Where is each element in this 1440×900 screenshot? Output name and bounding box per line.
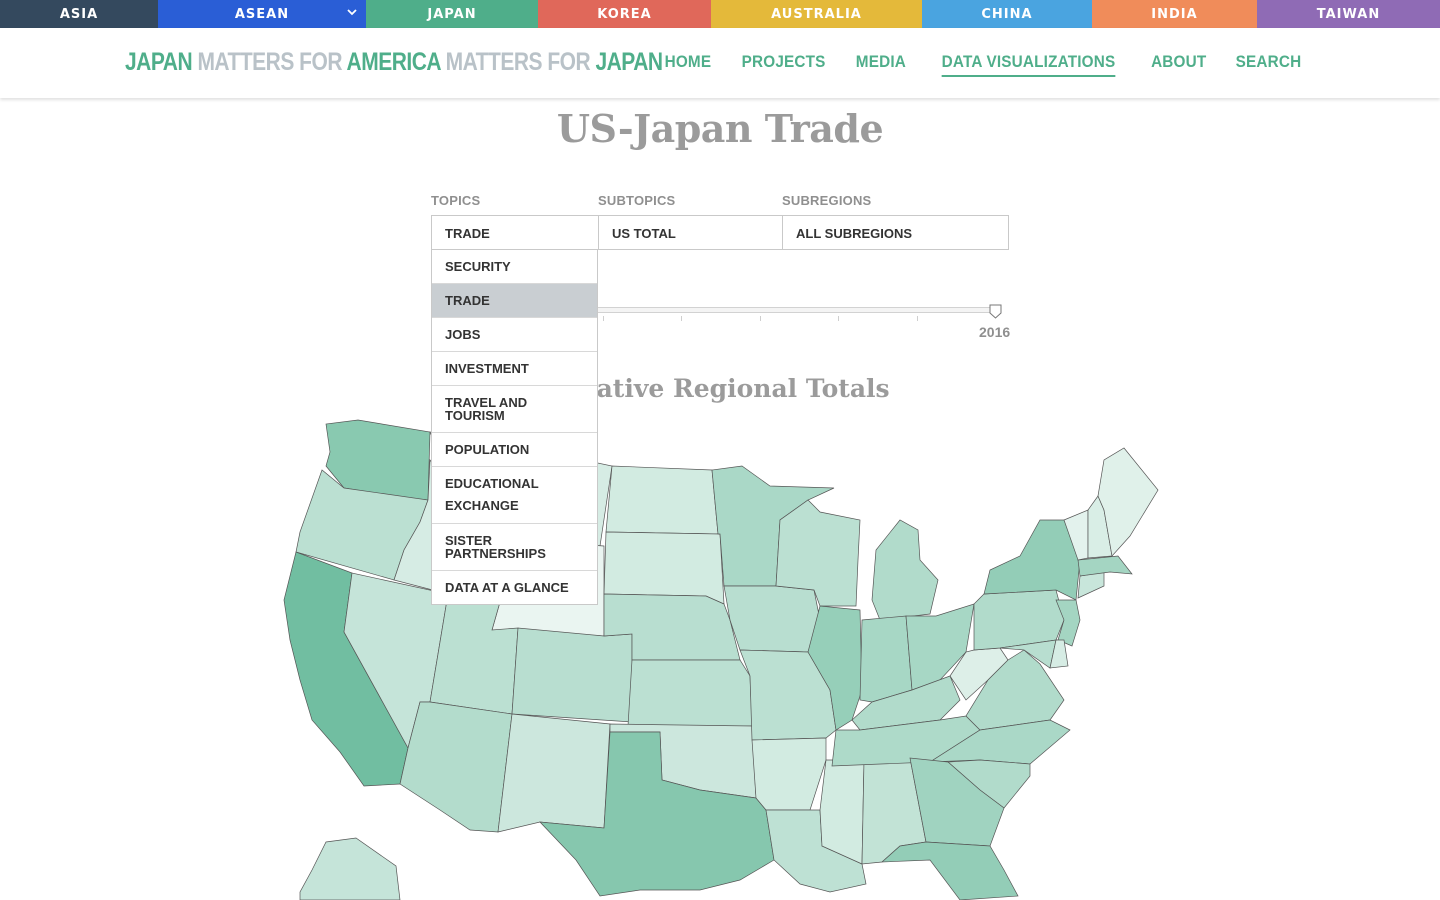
state-ma[interactable] bbox=[1077, 555, 1133, 577]
state-ar[interactable] bbox=[751, 737, 827, 811]
nav-search[interactable]: SEARCH bbox=[1236, 52, 1302, 77]
subtopics-select[interactable]: US TOTAL bbox=[598, 215, 783, 250]
slider-tick bbox=[917, 316, 918, 321]
country-tab-label: JAPAN bbox=[427, 6, 477, 22]
state-co[interactable] bbox=[511, 627, 633, 723]
year-slider-track[interactable] bbox=[598, 307, 996, 313]
state-ms[interactable] bbox=[819, 759, 865, 865]
topic-option-population[interactable]: POPULATION bbox=[432, 433, 597, 467]
country-tab-label: ASIA bbox=[59, 6, 99, 22]
state-az[interactable] bbox=[399, 701, 513, 833]
country-tab-asean[interactable]: ASEAN bbox=[158, 0, 366, 28]
logo-part: MATTERS FOR bbox=[440, 48, 596, 76]
nav-data-visualizations[interactable]: DATA VISUALIZATIONS bbox=[941, 52, 1115, 77]
topic-option-travel-and-tourism[interactable]: TRAVEL AND TOURISM bbox=[432, 386, 597, 433]
option-word: EXCHANGE bbox=[445, 498, 519, 513]
country-tab-asia[interactable]: ASIA bbox=[0, 0, 158, 28]
country-tab-australia[interactable]: AUSTRALIA bbox=[711, 0, 922, 28]
year-slider-handle[interactable] bbox=[989, 304, 1002, 319]
subregions-label: SUBREGIONS bbox=[782, 193, 872, 208]
main-nav: HOME PROJECTS MEDIA DATA VISUALIZATIONS … bbox=[662, 52, 1305, 77]
slider-tick bbox=[760, 316, 761, 321]
slider-tick bbox=[681, 316, 682, 321]
country-tab-india[interactable]: INDIA bbox=[1092, 0, 1257, 28]
site-header: JAPAN MATTERS FOR AMERICA MATTERS FOR JA… bbox=[0, 28, 1440, 98]
state-sd[interactable] bbox=[603, 531, 725, 605]
topic-option-trade[interactable]: TRADE bbox=[432, 284, 597, 318]
state-ny[interactable] bbox=[983, 519, 1081, 601]
topic-option-security[interactable]: SECURITY bbox=[432, 250, 597, 284]
page-title: US-Japan Trade bbox=[556, 106, 884, 151]
topics-select[interactable]: TRADE bbox=[431, 215, 599, 250]
country-tab-japan[interactable]: JAPAN bbox=[366, 0, 538, 28]
nav-media[interactable]: MEDIA bbox=[856, 52, 906, 77]
topics-dropdown-menu: SECURITY TRADE JOBS INVESTMENT TRAVEL AN… bbox=[431, 249, 598, 605]
logo-part: JAPAN bbox=[595, 48, 663, 76]
topic-option-data-at-a-glance[interactable]: DATA AT A GLANCE bbox=[432, 571, 597, 604]
logo-part: JAPAN bbox=[125, 48, 193, 76]
country-tab-china[interactable]: CHINA bbox=[922, 0, 1092, 28]
topic-option-jobs[interactable]: JOBS bbox=[432, 318, 597, 352]
site-logo[interactable]: JAPAN MATTERS FOR AMERICA MATTERS FOR JA… bbox=[125, 48, 663, 77]
state-ia[interactable] bbox=[723, 585, 821, 653]
chevron-down-icon[interactable] bbox=[346, 6, 358, 18]
slider-tick bbox=[603, 316, 604, 321]
state-nm[interactable] bbox=[497, 713, 611, 833]
country-bar: ASIA ASEAN JAPAN KOREA AUSTRALIA CHINA I… bbox=[0, 0, 1440, 28]
logo-part: AMERICA bbox=[346, 48, 441, 76]
state-fl[interactable] bbox=[881, 841, 1019, 900]
topic-option-educational-exchange[interactable]: EDUCATIONAL EXCHANGE bbox=[432, 467, 597, 524]
subregions-select[interactable]: ALL SUBREGIONS bbox=[782, 215, 1009, 250]
nav-home[interactable]: HOME bbox=[664, 52, 711, 77]
country-tab-label: TAIWAN bbox=[1316, 6, 1381, 22]
state-ks[interactable] bbox=[627, 659, 753, 727]
country-tab-korea[interactable]: KOREA bbox=[538, 0, 711, 28]
topic-option-sister-partnerships[interactable]: SISTER PARTNERSHIPS bbox=[432, 524, 597, 571]
year-label: 2016 bbox=[979, 324, 1011, 340]
option-word: EDUCATIONAL bbox=[445, 476, 539, 491]
subtopics-label: SUBTOPICS bbox=[598, 193, 676, 208]
state-ak[interactable] bbox=[299, 837, 401, 900]
map-title: Relative Regional Totals bbox=[550, 374, 890, 403]
state-nd[interactable] bbox=[605, 465, 719, 535]
slider-tick bbox=[838, 316, 839, 321]
topics-label: TOPICS bbox=[431, 193, 481, 208]
country-tab-label: ASEAN bbox=[234, 6, 290, 22]
country-tab-label: KOREA bbox=[597, 6, 652, 22]
state-mi[interactable] bbox=[871, 519, 939, 621]
country-tab-label: CHINA bbox=[981, 6, 1033, 22]
country-tab-label: AUSTRALIA bbox=[771, 6, 862, 22]
topic-option-investment[interactable]: INVESTMENT bbox=[432, 352, 597, 386]
country-tab-taiwan[interactable]: TAIWAN bbox=[1257, 0, 1440, 28]
state-in[interactable] bbox=[859, 615, 913, 703]
logo-part: MATTERS FOR bbox=[192, 48, 347, 76]
nav-about[interactable]: ABOUT bbox=[1151, 52, 1206, 77]
nav-projects[interactable]: PROJECTS bbox=[741, 52, 825, 77]
us-choropleth-map bbox=[283, 419, 1159, 900]
country-tab-label: INDIA bbox=[1151, 6, 1198, 22]
